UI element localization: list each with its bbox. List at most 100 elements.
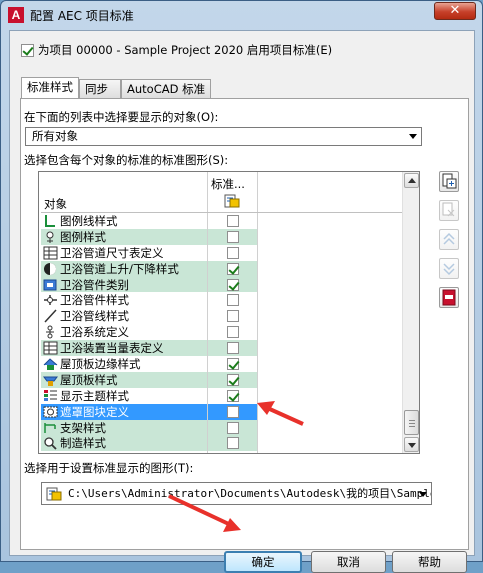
- fitting-style-icon: [44, 295, 57, 306]
- list-row[interactable]: 支架样式: [39, 419, 403, 436]
- drawing-label: 选择包含每个对象的标准的标准图形(S):: [24, 153, 229, 167]
- row-label: 卫浴系统定义: [60, 325, 129, 340]
- row-label: 屋顶板边缘样式: [60, 356, 141, 371]
- report-button[interactable]: [439, 287, 459, 308]
- objects-label: 在下面的列表中选择要显示的对象(O):: [24, 110, 219, 124]
- drawing-file-icon: [46, 487, 62, 501]
- list-row[interactable]: 卫浴装置当量表定义: [39, 340, 403, 357]
- list-row-selected[interactable]: 遮罩图块定义: [39, 403, 403, 420]
- standard-checkbox[interactable]: [226, 437, 239, 450]
- double-chevron-up-icon: [443, 232, 455, 245]
- mask-block-icon: [43, 406, 58, 418]
- standard-checkbox[interactable]: [226, 262, 239, 275]
- display-drawing-dropdown[interactable]: C:\Users\Administrator\Documents\Autodes…: [41, 482, 432, 505]
- move-down-button[interactable]: [439, 258, 459, 279]
- double-chevron-down-icon: [443, 263, 455, 276]
- row-label: 卫浴装置当量表定义: [60, 341, 164, 356]
- list-row[interactable]: 卫浴管道尺寸表定义: [39, 245, 403, 261]
- scroll-down-button[interactable]: [404, 437, 419, 452]
- list-row[interactable]: 卫浴管线样式: [39, 308, 403, 324]
- list-row[interactable]: 屋顶板边缘样式: [39, 356, 403, 372]
- standard-checkbox[interactable]: [226, 278, 239, 291]
- enable-standards-label: 为项目 00000 - Sample Project 2020 启用项目标准(E…: [38, 43, 333, 57]
- chevron-down-icon: [409, 134, 417, 139]
- add-drawing-icon: [442, 173, 457, 189]
- row-label: 卫浴管道上升/下降样式: [60, 261, 179, 276]
- standard-checkbox[interactable]: [226, 294, 239, 307]
- support-icon: [44, 422, 56, 433]
- legend-icon: [46, 231, 54, 243]
- list-row[interactable]: 卫浴系统定义: [39, 324, 403, 340]
- arrow-up-icon: [408, 178, 416, 183]
- row-label: 图例线样式: [60, 213, 118, 228]
- dialog-client: 为项目 00000 - Sample Project 2020 启用项目标准(E…: [9, 30, 475, 573]
- column-header-standard[interactable]: 标准...: [211, 176, 258, 192]
- list-row[interactable]: 卫浴管道上升/下降样式: [39, 260, 403, 277]
- legend-line-icon: [45, 214, 55, 227]
- window-title: 配置 AEC 项目标准: [30, 9, 134, 23]
- list-row[interactable]: 图例线样式: [39, 213, 403, 229]
- report-icon: [442, 289, 456, 306]
- list-row[interactable]: 卫浴管件样式: [39, 292, 403, 308]
- chevron-down-icon: [419, 492, 427, 497]
- fitting-category-icon: [43, 279, 57, 290]
- pipe-line-icon: [44, 309, 57, 323]
- fabrication-icon: [44, 437, 57, 451]
- row-label: 卫浴管件样式: [60, 293, 129, 308]
- standard-checkbox[interactable]: [226, 357, 239, 370]
- tab-standard-styles[interactable]: 标准样式: [21, 77, 79, 100]
- standard-checkbox[interactable]: [226, 342, 239, 355]
- tab-sync[interactable]: 同步: [79, 79, 121, 99]
- column-header-object[interactable]: 对象: [44, 196, 67, 212]
- list-row[interactable]: 显示主题样式: [39, 388, 403, 404]
- display-drawing-path: C:\Users\Administrator\Documents\Autodes…: [68, 487, 432, 500]
- standard-checkbox[interactable]: [226, 230, 239, 243]
- row-label: 图例样式: [60, 229, 106, 244]
- remove-drawing-button[interactable]: [439, 200, 459, 221]
- standard-checkbox[interactable]: [226, 405, 239, 418]
- standard-checkbox[interactable]: [226, 326, 239, 339]
- scroll-thumb[interactable]: [404, 410, 419, 435]
- row-label: 屋顶板样式: [60, 372, 118, 387]
- standard-checkbox[interactable]: [226, 246, 239, 259]
- vertical-scrollbar[interactable]: [402, 172, 419, 453]
- table-icon: [43, 246, 58, 260]
- enable-standards-checkbox-row[interactable]: 为项目 00000 - Sample Project 2020 启用项目标准(E…: [21, 42, 332, 58]
- objects-dropdown[interactable]: 所有对象: [25, 127, 422, 146]
- standard-checkbox[interactable]: [226, 310, 239, 323]
- standard-checkbox[interactable]: [226, 373, 239, 386]
- remove-drawing-icon: [442, 202, 455, 217]
- row-label: 支架样式: [60, 420, 106, 435]
- standard-checkbox[interactable]: [226, 214, 239, 227]
- help-button[interactable]: 帮助: [392, 551, 467, 573]
- scroll-up-button[interactable]: [404, 173, 419, 188]
- list-rows: 图例线样式 图例样式 卫浴管道尺寸表定义 卫浴管道上升/下降样式 卫浴管件类别 …: [39, 213, 403, 452]
- drawing-file-icon: [224, 194, 240, 208]
- enable-standards-checkbox[interactable]: [21, 43, 34, 57]
- title-bar[interactable]: A 配置 AEC 项目标准 ✕: [1, 1, 482, 29]
- row-label: 遮罩图块定义: [60, 404, 129, 419]
- roof-slab-icon: [43, 376, 58, 386]
- display-theme-icon: [44, 389, 57, 401]
- arrow-down-icon: [408, 443, 416, 448]
- cancel-button[interactable]: 取消: [311, 551, 386, 573]
- list-row[interactable]: 制造样式: [39, 435, 403, 452]
- standard-checkbox[interactable]: [226, 421, 239, 434]
- close-button[interactable]: ✕: [434, 2, 476, 20]
- row-label: 卫浴管线样式: [60, 309, 129, 324]
- ok-button[interactable]: 确定: [224, 551, 302, 573]
- row-label: 卫浴管件类别: [60, 277, 129, 292]
- list-row[interactable]: 卫浴管件类别: [39, 276, 403, 293]
- system-icon: [46, 325, 54, 339]
- standard-checkbox[interactable]: [226, 389, 239, 402]
- row-label: 卫浴管道尺寸表定义: [60, 245, 164, 260]
- rise-drop-icon: [44, 262, 56, 275]
- tab-autocad-standards[interactable]: AutoCAD 标准: [121, 79, 212, 99]
- autocad-logo-icon: A: [8, 7, 24, 23]
- list-row[interactable]: 图例样式: [39, 228, 403, 245]
- table-icon: [43, 341, 58, 355]
- row-label: 制造样式: [60, 436, 106, 451]
- add-drawing-button[interactable]: [439, 171, 459, 192]
- move-up-button[interactable]: [439, 229, 459, 250]
- list-row[interactable]: 屋顶板样式: [39, 371, 403, 388]
